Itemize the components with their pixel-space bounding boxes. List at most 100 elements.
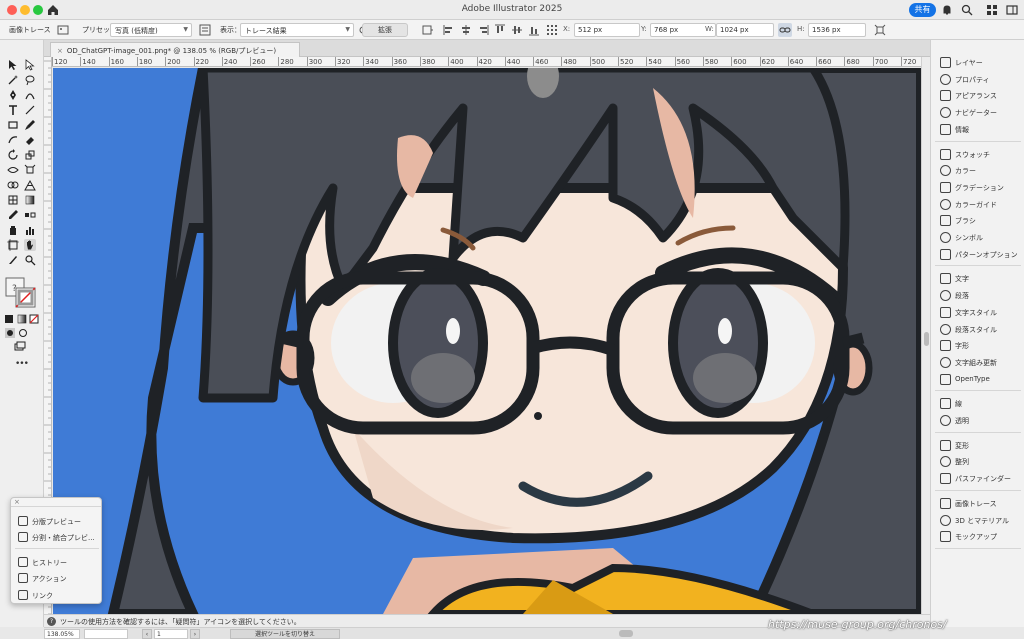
panel-item[interactable]: ナビゲーター [931,104,1024,121]
color-mode-icon[interactable] [3,313,15,325]
floating-panel-item[interactable]: リンク [15,588,101,602]
x-field[interactable]: 512 px [574,23,640,37]
align-right-icon[interactable] [476,23,490,37]
column-graph-tool-icon[interactable] [24,224,36,236]
blend-tool-icon[interactable] [24,209,36,221]
edit-toolbar-icon[interactable]: ••• [15,359,29,369]
zoom-field[interactable]: 138.05% [44,629,80,639]
symbol-sprayer-tool-icon[interactable] [7,224,19,236]
shape-builder-tool-icon[interactable] [7,179,19,191]
panel-item[interactable]: 情報 [931,121,1024,138]
panel-item[interactable]: アピアランス [931,87,1024,104]
rotate-view-field[interactable] [84,629,128,639]
previous-artboard-button[interactable]: ‹ [142,629,152,639]
panel-item[interactable]: 文字スタイル [931,304,1024,321]
screen-mode-icon[interactable] [14,341,26,353]
panel-item[interactable]: カラーガイド [931,196,1024,213]
panel-item[interactable]: 段落スタイル [931,321,1024,338]
vertical-scrollbar[interactable] [921,57,930,618]
draw-mode-icon[interactable] [4,327,16,339]
width-tool-icon[interactable] [7,164,19,176]
magic-wand-tool-icon[interactable] [7,74,19,86]
floating-panel-item[interactable]: 分割・統合プレビ... [15,530,101,544]
close-icon[interactable]: × [14,498,20,506]
view-select[interactable]: トレース結果 ▼ [240,23,354,37]
panel-item[interactable]: シンボル [931,229,1024,246]
floating-panel-item[interactable]: ヒストリー [15,555,101,569]
draw-behind-icon[interactable] [17,327,29,339]
align-center-icon[interactable] [459,23,473,37]
toggle-selection-button[interactable]: 選択ツールを切り替え [230,629,340,639]
horizontal-ruler[interactable]: 120 140 160 180 200 220 240 260 280 300 320 340 360 3… [52,57,922,67]
panel-item[interactable]: 字形 [931,337,1024,354]
panel-item[interactable]: 段落 [931,287,1024,304]
align-left-icon[interactable] [442,23,456,37]
image-trace-panel-icon[interactable] [56,23,70,37]
none-mode-icon[interactable] [28,313,40,325]
panel-item[interactable]: OpenType [931,371,1024,388]
panel-item[interactable]: パターンオプション [931,246,1024,263]
gradient-tool-icon[interactable] [24,194,36,206]
panel-item[interactable]: プロパティ [931,71,1024,88]
floating-panel-item[interactable]: 分版プレビュー [15,514,101,528]
selection-tool-icon[interactable] [7,59,19,71]
align-middle-icon[interactable] [510,23,524,37]
hand-tool-icon[interactable] [24,239,36,251]
panel-item[interactable]: カラー [931,162,1024,179]
panel-item[interactable]: 3D とマテリアル [931,512,1024,529]
slice-tool-icon[interactable] [7,254,19,266]
free-transform-tool-icon[interactable] [24,164,36,176]
eyedropper-tool-icon[interactable] [7,209,19,221]
reference-point-icon[interactable] [545,23,559,37]
artboard-number-field[interactable]: 1 [154,629,188,639]
workspace-icon[interactable] [1005,3,1019,17]
scale-tool-icon[interactable] [24,149,36,161]
panel-item[interactable]: レイヤー [931,54,1024,71]
panel-item[interactable]: スウォッチ [931,146,1024,163]
align-bottom-icon[interactable] [527,23,541,37]
panel-item[interactable]: パスファインダー [931,470,1024,487]
h-field[interactable]: 1536 px [808,23,866,37]
expand-button[interactable]: 拡張 [362,23,408,37]
panel-item[interactable]: 透明 [931,412,1024,429]
mesh-tool-icon[interactable] [7,194,19,206]
perspective-grid-tool-icon[interactable] [24,179,36,191]
type-tool-icon[interactable] [7,104,19,116]
direct-selection-tool-icon[interactable] [24,59,36,71]
floating-panel-group[interactable]: × 分版プレビュー 分割・統合プレビ... ヒストリーアクションリンク [10,497,102,604]
close-icon[interactable]: × [57,47,63,55]
w-field[interactable]: 1024 px [716,23,774,37]
constrain-proportions-icon[interactable] [778,23,792,37]
preset-select[interactable]: 写真 (低精度) ▼ [110,23,192,37]
pen-tool-icon[interactable] [7,89,19,101]
vertical-scroll-thumb[interactable] [924,332,929,346]
document-tab[interactable]: × OD_ChatGPT-image_001.png* @ 138.05 % (R… [50,42,300,57]
align-to-icon[interactable] [420,23,434,37]
panel-item[interactable]: 変形 [931,437,1024,454]
shaper-tool-icon[interactable] [7,134,19,146]
artboard-tool-icon[interactable] [7,239,19,251]
panel-item[interactable]: ブラシ [931,212,1024,229]
panel-item[interactable]: 整列 [931,453,1024,470]
gradient-mode-icon[interactable] [16,313,28,325]
panel-item[interactable]: グラデーション [931,179,1024,196]
help-icon[interactable]: ? [47,617,56,626]
lasso-tool-icon[interactable] [24,74,36,86]
rectangle-tool-icon[interactable] [7,119,19,131]
zoom-tool-icon[interactable] [24,254,36,266]
panel-item[interactable]: 文字組み更新 [931,354,1024,371]
panel-item[interactable]: 文字 [931,270,1024,287]
fill-stroke-swatch-icon[interactable]: ? [4,276,38,310]
floating-panel-item[interactable]: アクション [15,571,101,585]
arrange-documents-icon[interactable] [985,3,999,17]
panel-item[interactable]: 線 [931,395,1024,412]
artboard-canvas[interactable] [53,68,921,614]
search-icon[interactable] [960,3,974,17]
align-top-icon[interactable] [493,23,507,37]
paintbrush-tool-icon[interactable] [24,119,36,131]
line-segment-tool-icon[interactable] [24,104,36,116]
rotate-tool-icon[interactable] [7,149,19,161]
transform-icon[interactable] [873,23,887,37]
trace-options-icon[interactable] [198,23,212,37]
eraser-tool-icon[interactable] [24,134,36,146]
